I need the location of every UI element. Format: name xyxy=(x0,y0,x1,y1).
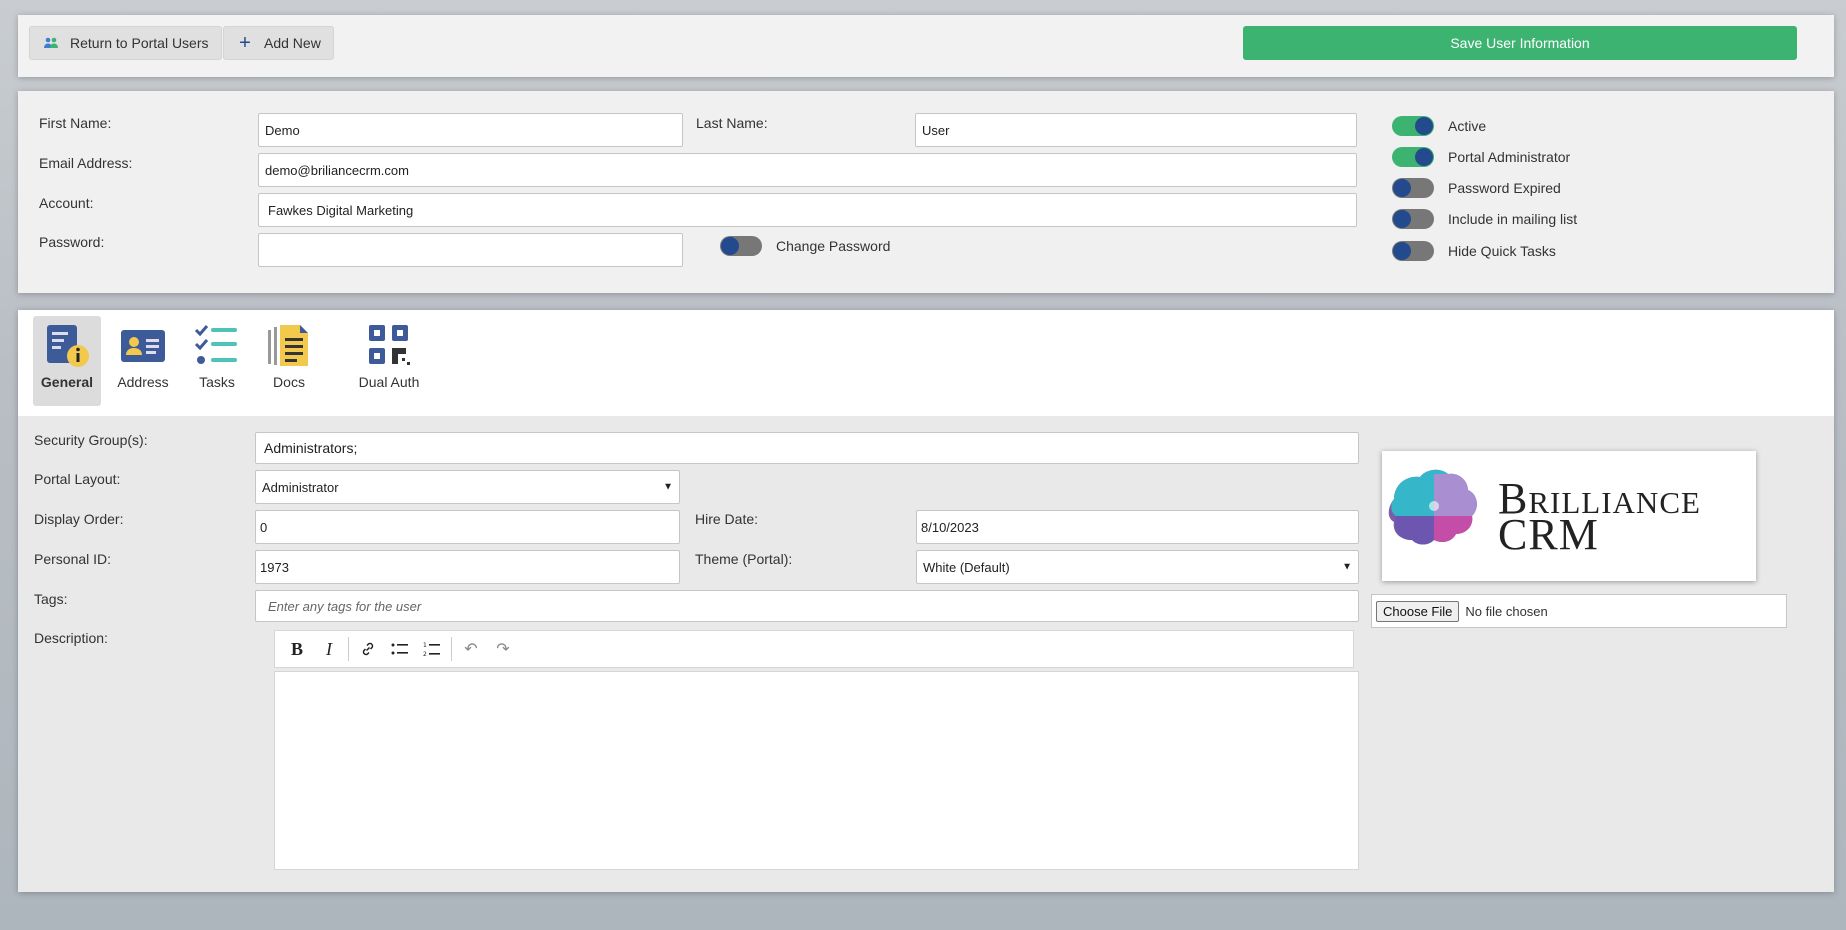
docs-icon xyxy=(268,325,308,366)
change-password-label: Change Password xyxy=(776,238,891,254)
user-details-panel: First Name: Demo Last Name: User Email A… xyxy=(18,91,1834,293)
include-in-mailing-list-toggle[interactable] xyxy=(1392,209,1434,229)
active-toggle[interactable] xyxy=(1392,116,1434,136)
display-order-field[interactable]: 0 xyxy=(255,510,680,544)
choose-file-button[interactable]: Choose File xyxy=(1376,600,1460,622)
first-name-field[interactable]: Demo xyxy=(258,113,683,147)
tab-tasks[interactable]: Tasks xyxy=(186,316,248,406)
chevron-down-icon: ▼ xyxy=(663,481,673,493)
tab-tasks-label: Tasks xyxy=(199,374,235,390)
tab-address[interactable]: Address xyxy=(110,316,176,406)
logo-file-input: Choose File No file chosen xyxy=(1371,594,1787,628)
change-password-toggle[interactable] xyxy=(720,236,762,256)
portal-administrator-toggle[interactable] xyxy=(1392,147,1434,167)
top-toolbar: Return to Portal Users + Add New Save Us… xyxy=(18,15,1834,77)
tab-address-label: Address xyxy=(117,374,169,390)
qr-code-icon xyxy=(369,325,410,365)
account-field[interactable]: Fawkes Digital Marketing xyxy=(258,193,1357,227)
email-label: Email Address: xyxy=(39,155,133,171)
portal-layout-select[interactable]: Administrator ▼ xyxy=(255,470,680,504)
password-expired-toggle[interactable] xyxy=(1392,178,1434,198)
undo-icon[interactable]: ↶ xyxy=(455,635,487,663)
tab-bar: General Address Tasks Docs Dual Auth xyxy=(18,310,1834,416)
description-label: Description: xyxy=(34,630,108,646)
add-new-button[interactable]: + Add New xyxy=(223,26,334,60)
first-name-label: First Name: xyxy=(39,115,112,131)
svg-text:1: 1 xyxy=(423,642,427,649)
users-icon xyxy=(42,34,60,52)
last-name-label: Last Name: xyxy=(696,115,768,131)
description-editor[interactable] xyxy=(274,671,1359,870)
portal-layout-value: Administrator xyxy=(262,479,339,495)
toolbar-divider xyxy=(348,637,349,661)
security-groups-field[interactable]: Administrators; xyxy=(255,432,1359,464)
tab-dual-auth-label: Dual Auth xyxy=(358,374,420,390)
svg-text:2: 2 xyxy=(423,651,427,657)
tags-label: Tags: xyxy=(34,591,68,607)
italic-icon[interactable]: I xyxy=(313,635,345,663)
chevron-down-icon: ▼ xyxy=(1342,561,1352,573)
link-icon[interactable] xyxy=(352,635,384,663)
include-in-mailing-list-label: Include in mailing list xyxy=(1448,211,1578,227)
general-info-icon xyxy=(47,325,89,367)
hide-quick-tasks-toggle[interactable] xyxy=(1392,241,1434,261)
password-label: Password: xyxy=(39,234,105,250)
security-groups-label: Security Group(s): xyxy=(34,432,148,448)
password-expired-label: Password Expired xyxy=(1448,180,1561,196)
personal-id-field[interactable]: 1973 xyxy=(255,550,680,584)
tasks-checklist-icon xyxy=(194,325,237,364)
add-new-label: Add New xyxy=(264,35,321,51)
password-field[interactable] xyxy=(258,233,683,267)
personal-id-label: Personal ID: xyxy=(34,551,112,567)
toolbar-divider xyxy=(451,637,452,661)
tags-placeholder: Enter any tags for the user xyxy=(268,598,422,614)
tab-docs-label: Docs xyxy=(273,374,305,390)
return-to-portal-users-button[interactable]: Return to Portal Users xyxy=(29,26,222,60)
redo-icon[interactable]: ↷ xyxy=(487,635,519,663)
last-name-field[interactable]: User xyxy=(915,113,1357,147)
hire-date-field[interactable]: 8/10/2023 xyxy=(916,510,1359,544)
email-field[interactable]: demo@briliancecrm.com xyxy=(258,153,1357,187)
active-label: Active xyxy=(1448,118,1487,134)
hide-quick-tasks-label: Hide Quick Tasks xyxy=(1448,243,1556,259)
tab-general-label: General xyxy=(40,374,94,390)
tags-field[interactable]: Enter any tags for the user xyxy=(255,590,1359,622)
logo-text-line2: CRM xyxy=(1498,510,1599,559)
hire-date-label: Hire Date: xyxy=(695,511,759,527)
return-label: Return to Portal Users xyxy=(70,35,209,51)
theme-portal-value: White (Default) xyxy=(923,559,1010,575)
tab-general[interactable]: General xyxy=(33,316,101,406)
portal-layout-label: Portal Layout: xyxy=(34,471,121,487)
numbered-list-icon[interactable]: 12 xyxy=(416,635,448,663)
company-logo: Brilliance CRM xyxy=(1382,451,1756,581)
address-card-icon xyxy=(121,330,165,362)
description-editor-toolbar: B I 12 ↶ ↷ xyxy=(274,630,1354,668)
save-user-information-button[interactable]: Save User Information xyxy=(1243,26,1797,60)
account-label: Account: xyxy=(39,195,94,211)
theme-portal-select[interactable]: White (Default) ▼ xyxy=(916,550,1359,584)
bold-icon[interactable]: B xyxy=(281,635,313,663)
portal-administrator-label: Portal Administrator xyxy=(1448,149,1571,165)
display-order-label: Display Order: xyxy=(34,511,124,527)
theme-portal-label: Theme (Portal): xyxy=(695,551,793,567)
user-tabs-panel: General Address Tasks Docs Dual Auth Sec… xyxy=(18,310,1834,892)
tab-docs[interactable]: Docs xyxy=(258,316,320,406)
bullet-list-icon[interactable] xyxy=(384,635,416,663)
plus-icon: + xyxy=(239,31,251,54)
tab-dual-auth[interactable]: Dual Auth xyxy=(336,316,442,406)
file-status: No file chosen xyxy=(1465,603,1548,619)
